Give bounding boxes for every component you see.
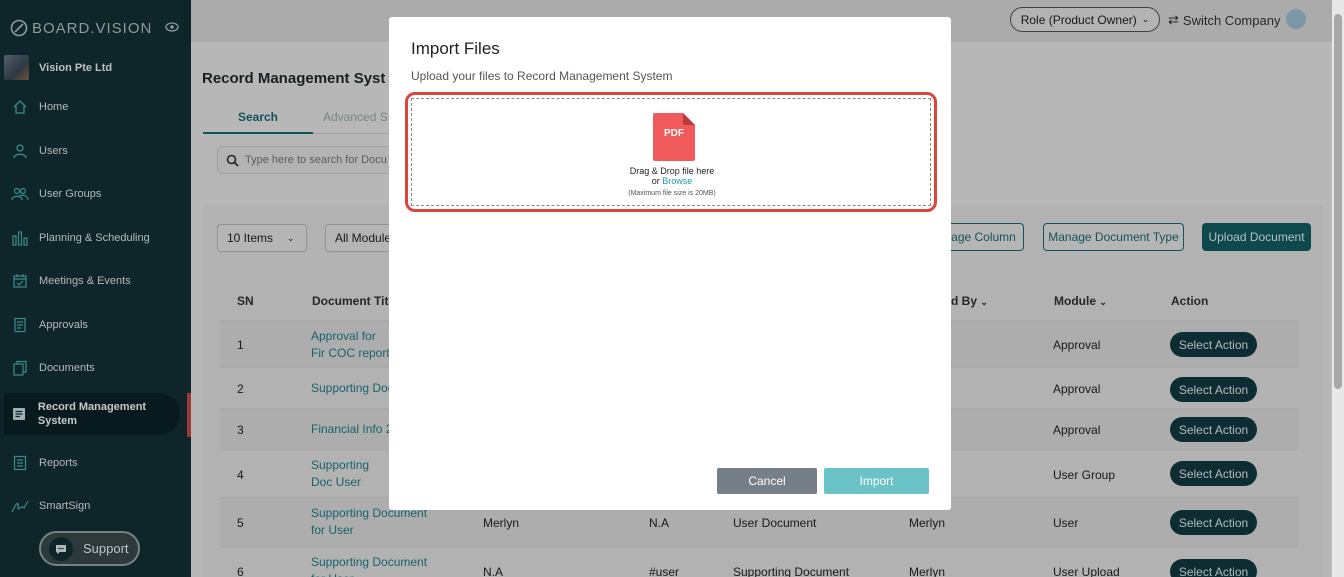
page-scrollbar[interactable] [1332, 0, 1344, 577]
cancel-button[interactable]: Cancel [717, 468, 817, 494]
dropzone-instructions: Drag & Drop file here or Browse [412, 166, 932, 186]
or-text: or [651, 176, 660, 186]
dialog-title: Import Files [411, 39, 500, 58]
import-files-dialog: Import Files Upload your files to Record… [389, 17, 951, 510]
scrollbar-thumb[interactable] [1334, 14, 1342, 389]
max-file-size-note: (Maximum file size is 20MB) [628, 190, 716, 197]
import-button[interactable]: Import [824, 468, 929, 494]
browse-link[interactable]: Browse [662, 176, 692, 186]
pdf-icon-label: PDF [664, 128, 684, 139]
drag-drop-text: Drag & Drop file here [629, 166, 715, 176]
file-dropzone-highlight: PDF Drag & Drop file here or Browse (Max… [405, 92, 937, 212]
file-dropzone[interactable]: PDF Drag & Drop file here or Browse (Max… [411, 98, 931, 206]
dialog-subtitle: Upload your files to Record Management S… [411, 69, 673, 83]
